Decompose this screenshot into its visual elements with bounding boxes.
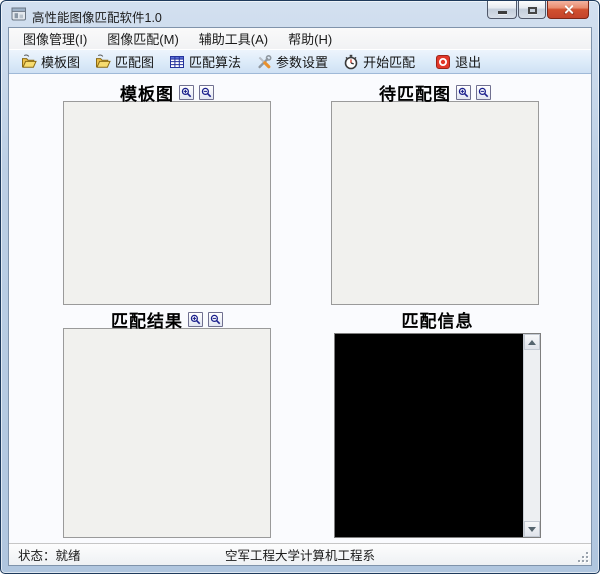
parameter-settings-button[interactable]: 参数设置 bbox=[250, 50, 334, 73]
match-result-panel: 匹配结果 bbox=[63, 310, 271, 538]
match-info-log bbox=[335, 334, 523, 537]
zoom-in-button[interactable] bbox=[179, 84, 194, 100]
client-area: 图像管理(I) 图像匹配(M) 辅助工具(A) 帮助(H) 模板图 匹配图 匹配… bbox=[8, 27, 592, 566]
zoom-out-icon bbox=[201, 87, 212, 97]
zoom-in-icon bbox=[181, 87, 192, 97]
panel-header: 待匹配图 bbox=[331, 83, 539, 104]
panel-header: 模板图 bbox=[63, 83, 271, 104]
close-button[interactable] bbox=[547, 1, 589, 19]
menu-image-management[interactable]: 图像管理(I) bbox=[13, 28, 97, 50]
match-info-box bbox=[334, 333, 541, 538]
zoom-in-icon bbox=[190, 314, 201, 324]
arrow-down-icon bbox=[528, 526, 536, 532]
minimize-icon bbox=[497, 10, 507, 14]
match-image-button[interactable]: 匹配图 bbox=[89, 50, 160, 73]
open-folder-icon bbox=[22, 53, 37, 68]
maximize-button[interactable] bbox=[518, 1, 546, 19]
close-icon bbox=[563, 4, 574, 15]
start-matching-button[interactable]: 开始匹配 bbox=[337, 50, 421, 73]
title-bar[interactable]: 高性能图像匹配软件1.0 bbox=[1, 1, 599, 27]
to-match-image-box bbox=[331, 101, 539, 305]
template-image-box bbox=[63, 101, 271, 305]
menu-image-matching[interactable]: 图像匹配(M) bbox=[97, 28, 189, 50]
zoom-in-button[interactable] bbox=[188, 311, 203, 327]
exit-icon bbox=[436, 54, 451, 69]
resize-grip[interactable] bbox=[577, 551, 589, 563]
caption-buttons bbox=[486, 1, 589, 19]
exit-button[interactable]: 退出 bbox=[429, 50, 487, 73]
window-title: 高性能图像匹配软件1.0 bbox=[32, 11, 162, 25]
toolbar-button-label: 匹配算法 bbox=[189, 55, 242, 70]
template-image-button[interactable]: 模板图 bbox=[15, 50, 86, 73]
toolbar-button-label: 退出 bbox=[455, 55, 482, 70]
toolbar-button-label: 模板图 bbox=[41, 55, 81, 70]
toolbar-button-label: 参数设置 bbox=[276, 55, 329, 70]
main-area: 模板图 待匹配图 匹配结果 匹配信息 bbox=[9, 74, 591, 543]
zoom-out-button[interactable] bbox=[199, 84, 214, 100]
panel-title: 匹配结果 bbox=[111, 311, 183, 331]
match-result-image-box bbox=[63, 328, 271, 538]
minimize-button[interactable] bbox=[487, 1, 517, 19]
app-window: 高性能图像匹配软件1.0 图像管理(I) 图像匹配(M) 辅助工具(A) 帮助(… bbox=[0, 0, 600, 574]
zoom-out-icon bbox=[478, 87, 489, 97]
panel-header: 匹配结果 bbox=[63, 310, 271, 331]
arrow-up-icon bbox=[528, 339, 536, 345]
zoom-out-button[interactable] bbox=[208, 311, 223, 327]
zoom-in-button[interactable] bbox=[456, 84, 471, 100]
panel-header: 匹配信息 bbox=[334, 310, 541, 331]
scroll-down-button[interactable] bbox=[524, 521, 540, 537]
toolbar-button-label: 开始匹配 bbox=[363, 55, 416, 70]
tools-icon bbox=[258, 54, 272, 68]
scroll-up-button[interactable] bbox=[524, 334, 540, 350]
vertical-scrollbar[interactable] bbox=[523, 334, 540, 537]
affiliation-text: 空军工程大学计算机工程系 bbox=[224, 549, 375, 563]
menu-bar: 图像管理(I) 图像匹配(M) 辅助工具(A) 帮助(H) bbox=[9, 28, 591, 49]
toolbar-button-label: 匹配图 bbox=[115, 55, 155, 70]
template-image-panel: 模板图 bbox=[63, 83, 271, 305]
to-match-image-panel: 待匹配图 bbox=[331, 83, 539, 305]
panel-title: 匹配信息 bbox=[401, 311, 474, 331]
match-info-panel: 匹配信息 bbox=[334, 310, 541, 538]
match-algorithm-button[interactable]: 匹配算法 bbox=[163, 50, 247, 73]
maximize-icon bbox=[527, 6, 537, 14]
open-folder-icon bbox=[96, 53, 111, 68]
scrollbar-track[interactable] bbox=[524, 350, 540, 521]
zoom-out-button[interactable] bbox=[476, 84, 491, 100]
zoom-out-icon bbox=[210, 314, 221, 324]
toolbar: 模板图 匹配图 匹配算法 参数设置 开始匹配 退出 bbox=[9, 49, 591, 74]
panel-title: 模板图 bbox=[120, 84, 174, 104]
zoom-in-icon bbox=[458, 87, 469, 97]
menu-help[interactable]: 帮助(H) bbox=[278, 28, 342, 50]
table-grid-icon bbox=[170, 55, 185, 68]
menu-auxiliary-tools[interactable]: 辅助工具(A) bbox=[189, 28, 278, 50]
application-window-icon bbox=[11, 7, 26, 21]
status-bar: 空军工程大学计算机工程系 状态：就绪 bbox=[9, 543, 591, 565]
stopwatch-icon bbox=[344, 54, 358, 69]
panel-title: 待匹配图 bbox=[379, 84, 451, 104]
